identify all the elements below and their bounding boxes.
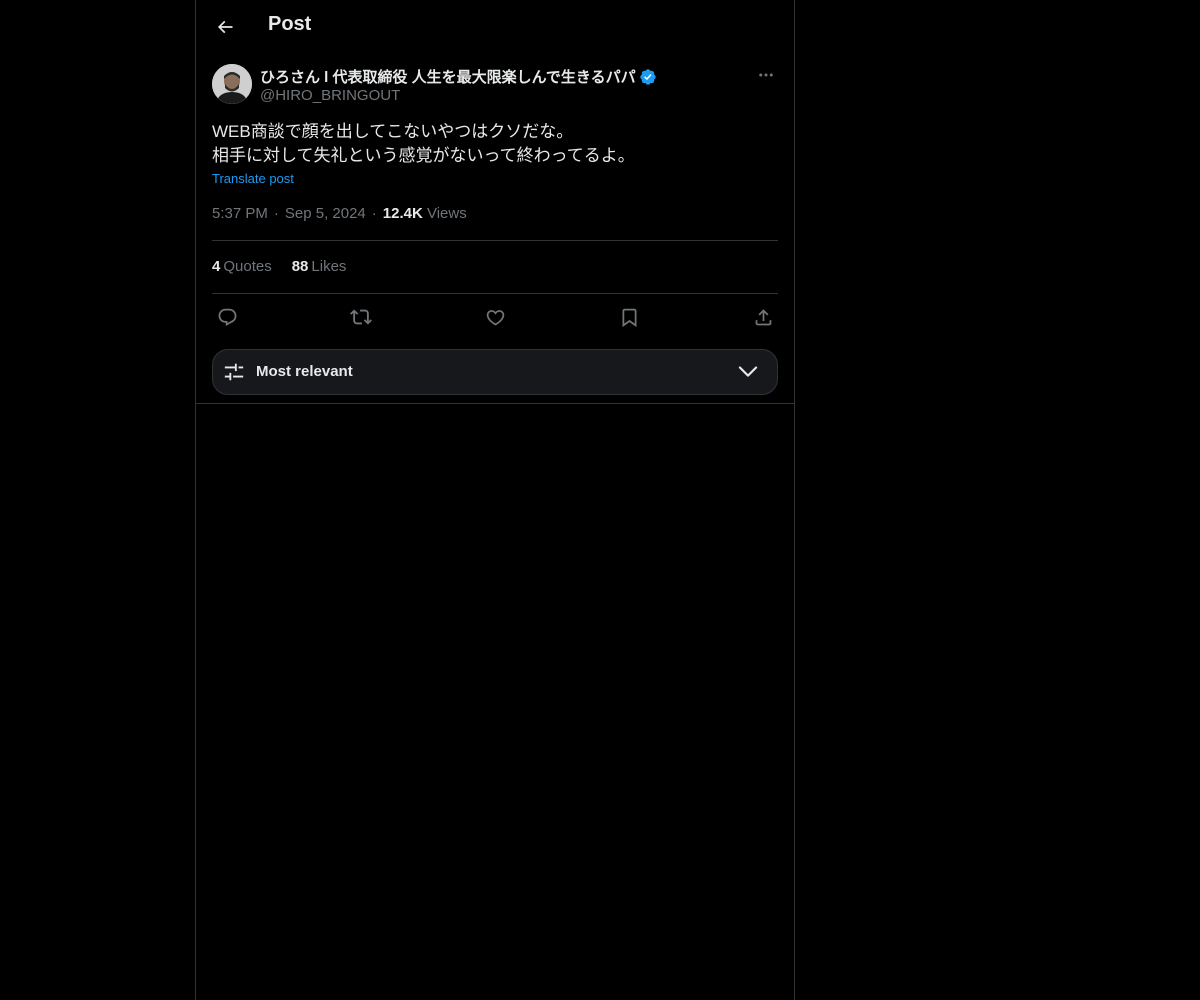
author-name[interactable]: ひろさん l 代表取締役 人生を最大限楽しんで生きるパパ <box>260 66 636 87</box>
views-count: 12.4K <box>382 205 423 222</box>
author-handle[interactable]: @HIRO_BRINGOUT <box>260 87 400 104</box>
divider <box>212 293 778 294</box>
post-header: Post <box>196 0 794 53</box>
sort-replies-dropdown[interactable]: Most relevant <box>212 349 778 395</box>
author-name-row[interactable]: ひろさん l 代表取締役 人生を最大限楽しんで生きるパパ <box>260 66 657 87</box>
repost-icon <box>350 309 372 325</box>
share-icon <box>755 308 771 325</box>
post-text-line: WEB商談で顔を出してこないやつはクソだな。 <box>212 122 574 141</box>
likes-label: Likes <box>311 258 347 275</box>
arrow-left-icon <box>217 20 233 34</box>
avatar[interactable] <box>212 64 252 104</box>
verified-badge-icon <box>639 68 656 85</box>
post-date[interactable]: Sep 5, 2024 <box>285 205 366 222</box>
reply-icon <box>218 308 236 326</box>
share-button[interactable] <box>748 304 778 330</box>
more-options-button[interactable] <box>754 64 778 86</box>
sort-label: Most relevant <box>256 363 353 380</box>
quotes-count: 4 <box>212 258 221 275</box>
divider <box>212 240 778 241</box>
post-stats: 4 Quotes 88 Likes <box>212 258 366 275</box>
post-time[interactable]: 5:37 PM <box>212 205 268 222</box>
post-text-line: 相手に対して失礼という感覚がないって終わってるよ。 <box>212 146 635 165</box>
reply-button[interactable] <box>212 304 242 330</box>
post-actions <box>212 304 778 330</box>
back-button[interactable] <box>208 10 242 44</box>
quotes-label: Quotes <box>223 258 272 275</box>
quotes-stat[interactable]: 4 Quotes <box>212 258 272 275</box>
likes-count: 88 <box>291 258 309 275</box>
repost-button[interactable] <box>346 304 376 330</box>
bookmark-button[interactable] <box>614 304 644 330</box>
chevron-down-icon <box>738 366 758 377</box>
section-divider <box>196 403 794 404</box>
post-meta: 5:37 PM · Sep 5, 2024 · 12.4K Views <box>212 205 467 222</box>
bookmark-icon <box>622 308 636 327</box>
post-text: WEB商談で顔を出してこないやつはクソだな。 相手に対して失礼という感覚がないっ… <box>212 120 778 168</box>
like-icon <box>486 309 504 326</box>
sliders-icon <box>224 363 244 381</box>
likes-stat[interactable]: 88 Likes <box>292 258 347 275</box>
like-button[interactable] <box>480 304 510 330</box>
views-label: Views <box>426 205 467 222</box>
more-icon <box>759 73 773 77</box>
page-title: Post <box>268 13 312 35</box>
post-column: Post ひろさん l 代表取締役 人生を最大限楽しんで生きるパパ @HIRO_… <box>195 0 795 1000</box>
translate-post-link[interactable]: Translate post <box>212 171 294 186</box>
